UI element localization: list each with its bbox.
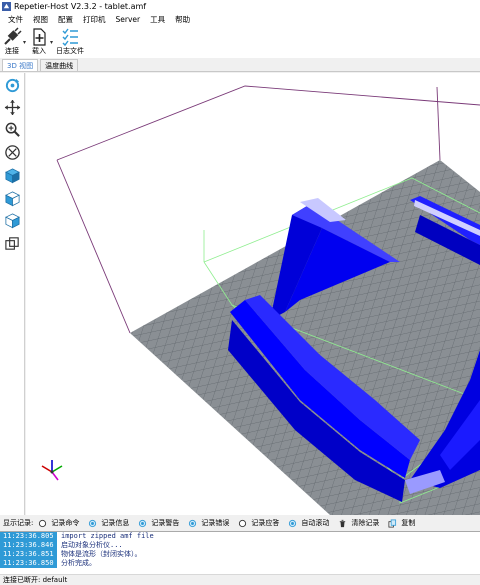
log-time: 11:23:36.850 (0, 559, 57, 568)
trash-icon (340, 519, 346, 527)
cube-iso-icon (5, 168, 20, 184)
radio-on-icon (139, 519, 147, 527)
cube-side-icon (5, 213, 20, 229)
clear-log-button[interactable]: 清除记录 (338, 518, 379, 528)
clear-log-label: 清除记录 (351, 519, 380, 527)
log-time: 11:23:36.805 (0, 532, 57, 541)
view-side-button[interactable] (3, 211, 22, 230)
view-front-button[interactable] (3, 189, 22, 208)
menu-view[interactable]: 视图 (28, 13, 53, 26)
connect-label: 连接 (5, 47, 19, 55)
log-list[interactable]: 11:23:36.805 import zipped amf file 11:2… (0, 531, 480, 574)
toggle-log-warnings[interactable]: 记录警告 (138, 518, 179, 528)
fit-view-icon (5, 145, 20, 160)
radio-on-icon (189, 519, 197, 527)
menu-tools[interactable]: 工具 (145, 13, 170, 26)
view-tools-sidebar (0, 73, 25, 515)
cube-front-icon (5, 191, 20, 207)
log-responses-label: 记录应答 (251, 519, 280, 527)
log-entry: 11:23:36.850 分析完成。 (0, 559, 480, 568)
rotate-icon (5, 78, 20, 93)
radio-on-icon (89, 519, 97, 527)
3d-viewport[interactable] (26, 73, 480, 515)
copy-log-label: 复制 (401, 519, 416, 527)
log-file-button[interactable]: 日志文件 (56, 26, 84, 56)
zoom-icon (5, 122, 20, 137)
radio-off-icon (39, 519, 47, 527)
axis-indicator-icon (41, 460, 63, 481)
app-icon (2, 2, 11, 11)
view-cubes-button[interactable] (3, 234, 22, 253)
log-warnings-label: 记录警告 (151, 519, 180, 527)
log-commands-label: 记录命令 (51, 519, 80, 527)
log-entry: 11:23:36.851 物体是流形（封闭实体）。 (0, 550, 480, 559)
toggle-log-errors[interactable]: 记录错误 (188, 518, 229, 528)
tab-temperature-curve[interactable]: 温度曲线 (40, 59, 79, 71)
load-dropdown-icon[interactable]: ▾ (50, 39, 53, 46)
menu-config[interactable]: 配置 (53, 13, 78, 26)
log-message: 物体是流形（封闭实体）。 (61, 550, 142, 558)
connection-status: 连接已断开: default (3, 576, 68, 584)
autoscroll-label: 自动滚动 (301, 519, 330, 527)
menu-file[interactable]: 文件 (0, 13, 28, 26)
log-message: 分析完成。 (61, 559, 96, 567)
menu-printer[interactable]: 打印机 (78, 13, 111, 26)
3d-scene (41, 85, 480, 515)
fit-view-button[interactable] (3, 143, 22, 162)
log-message: 启动对象分析仪... (61, 541, 123, 549)
radio-off-icon (239, 519, 247, 527)
log-errors-label: 记录错误 (201, 519, 230, 527)
log-file-label: 日志文件 (56, 47, 85, 55)
move-view-button[interactable] (3, 98, 22, 117)
zoom-button[interactable] (3, 120, 22, 139)
status-bar: 连接已断开: default (0, 574, 480, 585)
menu-bar: 文件 视图 配置 打印机 Server 工具 帮助 (0, 13, 480, 26)
toggle-log-info[interactable]: 记录信息 (88, 518, 129, 528)
log-entry: 11:23:36.846 启动对象分析仪... (0, 541, 480, 550)
rotate-view-button[interactable] (3, 76, 22, 95)
log-controls: 显示记录: 记录命令 记录信息 记录警告 记录错误 记录应答 自动滚动 清除记录… (0, 516, 480, 530)
toggle-log-responses[interactable]: 记录应答 (238, 518, 279, 528)
log-message: import zipped amf file (61, 532, 154, 540)
list-icon (62, 28, 79, 47)
move-arrows-icon (4, 99, 21, 116)
log-time: 11:23:36.851 (0, 550, 57, 559)
copy-icon (388, 518, 397, 528)
connect-button[interactable]: 连接 (2, 26, 22, 56)
tab-3d-view[interactable]: 3D 视图 (2, 59, 39, 71)
load-file-icon (33, 28, 46, 46)
menu-help[interactable]: 帮助 (170, 13, 195, 26)
title-bar: Repetier-Host V2.3.2 - tablet.amf (0, 0, 480, 13)
copy-log-button[interactable]: 复制 (388, 518, 415, 528)
load-label: 载入 (32, 47, 47, 55)
toggle-log-commands[interactable]: 记录命令 (38, 518, 79, 528)
connect-dropdown-icon[interactable]: ▾ (23, 39, 26, 46)
log-entry: 11:23:36.805 import zipped amf file (0, 532, 480, 541)
plug-icon (4, 27, 22, 45)
view-tabs: 3D 视图 温度曲线 (0, 59, 480, 72)
window-title: Repetier-Host V2.3.2 - tablet.amf (14, 2, 147, 11)
menu-server[interactable]: Server (111, 13, 146, 26)
toolbar: 连接 ▾ 载入 ▾ 日志文件 (0, 26, 480, 58)
log-info-label: 记录信息 (101, 519, 130, 527)
view-iso-button[interactable] (3, 166, 22, 185)
load-button[interactable]: 载入 (29, 26, 49, 56)
toggle-autoscroll[interactable]: 自动滚动 (288, 518, 329, 528)
log-time: 11:23:36.846 (0, 541, 57, 550)
radio-on-icon (289, 519, 297, 527)
cubes-icon (5, 237, 19, 250)
log-controls-label: 显示记录: (3, 519, 34, 527)
